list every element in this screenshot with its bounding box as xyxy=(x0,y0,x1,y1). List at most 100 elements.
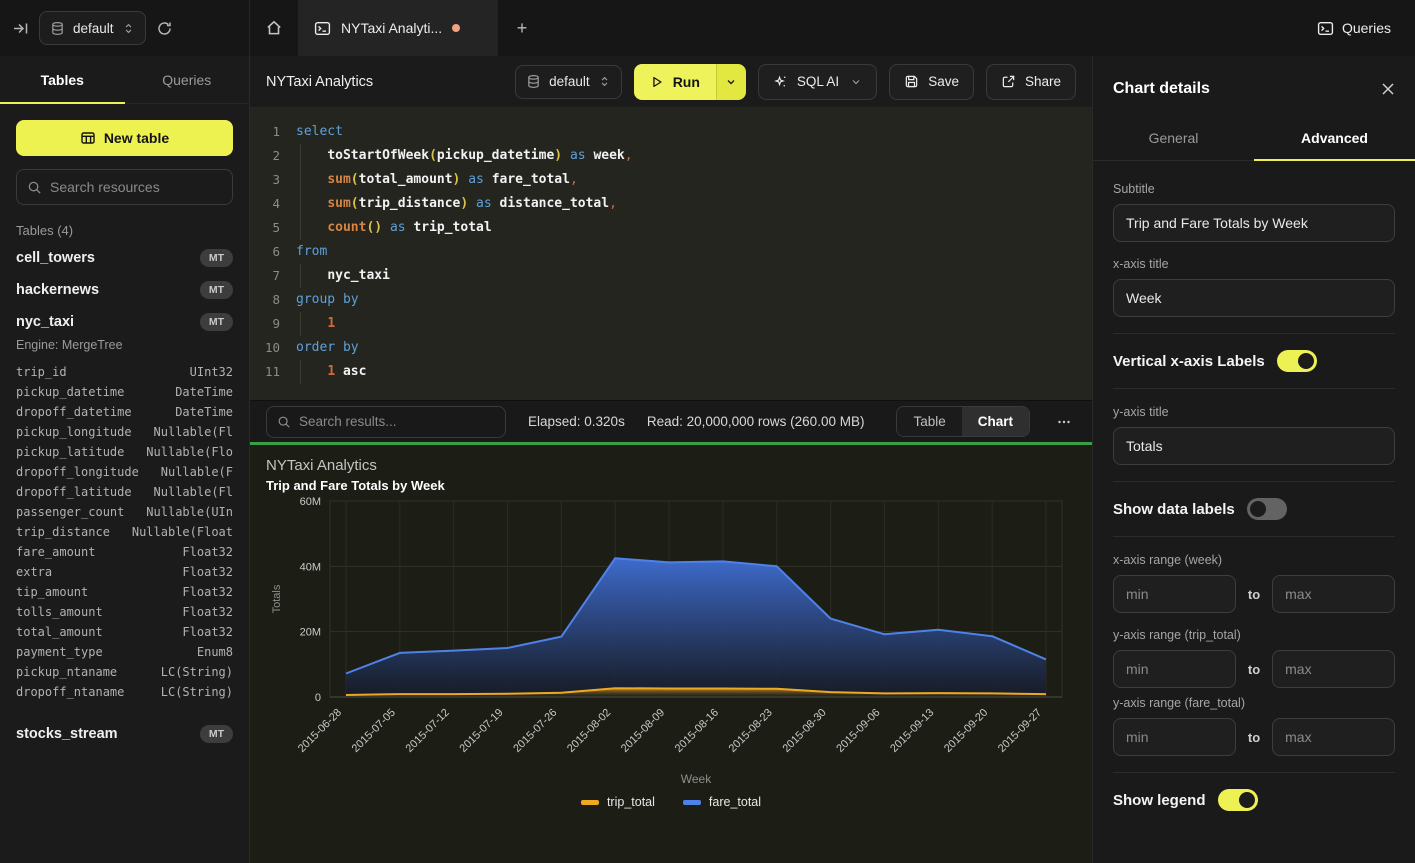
share-label: Share xyxy=(1025,74,1061,89)
svg-text:Week: Week xyxy=(681,772,712,786)
code-line-5[interactable]: 5 count() as trip_total xyxy=(250,216,1092,240)
query-database-value: default xyxy=(549,74,590,89)
column-name: passenger_count xyxy=(16,502,124,522)
share-button[interactable]: Share xyxy=(986,64,1076,100)
code-line-2[interactable]: 2 toStartOfWeek(pickup_datetime) as week… xyxy=(250,144,1092,168)
tab-strip: NYTaxi Analyti... + xyxy=(250,0,1293,56)
chart-canvas: 020M40M60M2015-06-282015-07-052015-07-12… xyxy=(266,493,1074,793)
database-selector[interactable]: default xyxy=(39,11,146,45)
tab-nytaxi-analytics[interactable]: NYTaxi Analyti... xyxy=(298,0,498,56)
y-axis-title-field[interactable] xyxy=(1113,427,1395,465)
run-options-button[interactable] xyxy=(716,64,746,100)
column-name: dropoff_latitude xyxy=(16,482,132,502)
results-search xyxy=(266,406,506,438)
y-axis-range-trip-min[interactable] xyxy=(1113,650,1236,688)
queries-label: Queries xyxy=(1342,20,1391,36)
database-selector-value: default xyxy=(73,21,114,36)
sql-editor[interactable]: 1select2 toStartOfWeek(pickup_datetime) … xyxy=(250,108,1092,400)
y-axis-range-trip-max[interactable] xyxy=(1272,650,1395,688)
resource-search-input[interactable] xyxy=(50,179,231,195)
search-icon xyxy=(27,180,42,195)
legend-swatch-icon xyxy=(581,800,599,805)
code-line-3[interactable]: 3 sum(total_amount) as fare_total, xyxy=(250,168,1092,192)
legend-item-fare_total[interactable]: fare_total xyxy=(683,795,761,809)
results-toolbar: Elapsed: 0.320s Read: 20,000,000 rows (2… xyxy=(250,400,1092,442)
table-row-hackernews[interactable]: hackernews MT xyxy=(0,274,249,306)
svg-text:40M: 40M xyxy=(300,561,321,573)
table-row-stocks-stream[interactable]: stocks_stream MT xyxy=(0,718,249,750)
code-line-7[interactable]: 7 nyc_taxi xyxy=(250,264,1092,288)
y-axis-range-trip-label: y-axis range (trip_total) xyxy=(1113,628,1395,642)
sidebar-tab-queries[interactable]: Queries xyxy=(125,56,250,103)
column-type: Float32 xyxy=(182,542,233,562)
column-type: Float32 xyxy=(182,562,233,582)
save-button[interactable]: Save xyxy=(889,64,974,100)
arrow-to-bar-icon xyxy=(12,20,29,37)
console-icon xyxy=(1317,20,1334,37)
y-axis-range-fare-min[interactable] xyxy=(1113,718,1236,756)
run-button[interactable]: Run xyxy=(634,64,716,100)
code-line-8[interactable]: 8group by xyxy=(250,288,1092,312)
divider xyxy=(1113,388,1395,389)
x-axis-range-min[interactable] xyxy=(1113,575,1236,613)
code-line-9[interactable]: 9 1 xyxy=(250,312,1092,336)
tab-general[interactable]: General xyxy=(1093,118,1254,160)
legend-item-trip_total[interactable]: trip_total xyxy=(581,795,655,809)
code-line-1[interactable]: 1select xyxy=(250,120,1092,144)
column-name: trip_id xyxy=(16,362,67,382)
table-grid-icon xyxy=(80,130,96,146)
sql-ai-button[interactable]: SQL AI xyxy=(758,64,877,100)
line-number: 6 xyxy=(250,240,280,264)
code-line-11[interactable]: 11 1 asc xyxy=(250,360,1092,384)
x-axis-title-field[interactable] xyxy=(1113,279,1395,317)
query-header: NYTaxi Analytics default Run xyxy=(250,56,1092,108)
close-icon[interactable] xyxy=(1381,82,1395,96)
svg-text:60M: 60M xyxy=(300,496,321,508)
table-row-cell-towers[interactable]: cell_towers MT xyxy=(0,242,249,274)
x-axis-range-max[interactable] xyxy=(1272,575,1395,613)
chart-title: NYTaxi Analytics xyxy=(266,457,1076,474)
line-number: 5 xyxy=(250,216,280,240)
legend-label: trip_total xyxy=(607,795,655,809)
y-axis-range-fare-label: y-axis range (fare_total) xyxy=(1113,696,1395,710)
new-table-button[interactable]: New table xyxy=(16,120,233,156)
y-axis-range-fare-max[interactable] xyxy=(1272,718,1395,756)
table-row-nyc-taxi[interactable]: nyc_taxi MT xyxy=(0,306,249,338)
svg-text:2015-06-28: 2015-06-28 xyxy=(296,707,344,755)
column-row: tip_amountFloat32 xyxy=(16,582,233,602)
to-label: to xyxy=(1248,587,1260,602)
code-line-10[interactable]: 10order by xyxy=(250,336,1092,360)
collapse-sidebar-button[interactable] xyxy=(12,20,29,37)
tab-title: NYTaxi Analyti... xyxy=(341,20,442,36)
tab-advanced[interactable]: Advanced xyxy=(1254,118,1415,160)
code-text: count() as trip_total xyxy=(296,216,492,240)
topbar-left: default xyxy=(0,0,250,56)
line-number: 9 xyxy=(250,312,280,336)
vertical-x-labels-toggle[interactable] xyxy=(1277,350,1317,372)
code-text: group by xyxy=(296,288,359,312)
svg-text:2015-08-23: 2015-08-23 xyxy=(727,707,775,755)
results-search-input[interactable] xyxy=(299,414,495,429)
details-title: Chart details xyxy=(1113,80,1210,98)
query-database-selector[interactable]: default xyxy=(515,65,622,99)
code-line-6[interactable]: 6 from xyxy=(250,240,1092,264)
queries-button[interactable]: Queries xyxy=(1293,0,1415,56)
new-tab-button[interactable]: + xyxy=(498,0,546,56)
home-button[interactable] xyxy=(250,0,298,56)
subtitle-field[interactable] xyxy=(1113,204,1395,242)
column-row: trip_idUInt32 xyxy=(16,362,233,382)
code-line-4[interactable]: 4 sum(trip_distance) as distance_total, xyxy=(250,192,1092,216)
show-legend-toggle[interactable] xyxy=(1218,789,1258,811)
chart-subtitle: Trip and Fare Totals by Week xyxy=(266,478,1076,493)
more-options-button[interactable] xyxy=(1052,414,1076,430)
sidebar-tab-tables[interactable]: Tables xyxy=(0,56,125,103)
y-axis-title-label: y-axis title xyxy=(1113,405,1395,419)
run-label: Run xyxy=(673,74,700,90)
view-toggle-table[interactable]: Table xyxy=(897,407,961,436)
line-number: 10 xyxy=(250,336,280,360)
code-text: from xyxy=(296,240,327,264)
view-toggle-chart[interactable]: Chart xyxy=(962,407,1029,436)
divider xyxy=(1113,481,1395,482)
show-data-labels-toggle[interactable] xyxy=(1247,498,1287,520)
refresh-button[interactable] xyxy=(156,20,173,37)
